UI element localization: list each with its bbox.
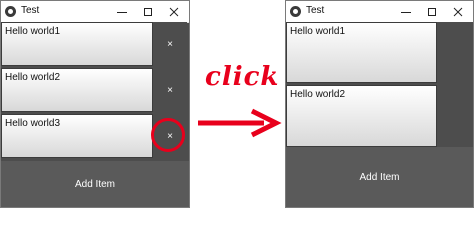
delete-icon: ×	[167, 84, 173, 96]
list-item: Hello world3	[1, 114, 153, 158]
delete-item-button[interactable]: ×	[153, 22, 187, 66]
item-label: Hello world1	[5, 26, 61, 37]
app-icon	[290, 6, 301, 17]
maximize-button[interactable]	[135, 1, 161, 22]
minimize-icon	[117, 11, 127, 13]
delete-icon: ×	[167, 38, 173, 50]
window-before: Test Hello world1 × Hello world2 × Hello…	[0, 0, 190, 208]
list-item: Hello world2	[286, 85, 437, 147]
click-highlight-ring	[151, 118, 185, 152]
minimize-button[interactable]	[393, 1, 419, 22]
add-item-label: Add Item	[359, 171, 400, 183]
item-label: Hello world1	[290, 26, 346, 37]
title-bar[interactable]: Test	[1, 1, 189, 23]
minimize-button[interactable]	[109, 1, 135, 22]
app-icon	[5, 6, 16, 17]
window-after: Test Hello world1 Hello world2 Add Item	[285, 0, 474, 208]
add-item-button[interactable]: Add Item	[1, 161, 189, 207]
maximize-icon	[144, 7, 152, 16]
close-window-button[interactable]	[161, 1, 187, 22]
item-label: Hello world2	[290, 89, 346, 100]
title-bar[interactable]: Test	[286, 1, 473, 23]
close-icon	[453, 7, 463, 16]
minimize-icon	[401, 11, 411, 13]
delete-item-button[interactable]	[437, 22, 473, 83]
click-annotation: click	[205, 62, 280, 92]
right-arrow-icon	[198, 108, 282, 138]
list-item: Hello world1	[1, 22, 153, 66]
list-item: Hello world2	[1, 68, 153, 112]
delete-item-button[interactable]: ×	[153, 68, 187, 112]
maximize-icon	[428, 7, 436, 16]
item-label: Hello world3	[5, 118, 61, 129]
delete-item-button[interactable]	[437, 85, 473, 147]
close-icon	[169, 7, 179, 16]
window-title: Test	[306, 5, 325, 16]
list-item: Hello world1	[286, 22, 437, 83]
add-item-label: Add Item	[74, 178, 116, 190]
maximize-button[interactable]	[419, 1, 445, 22]
item-label: Hello world2	[5, 72, 61, 83]
close-window-button[interactable]	[445, 1, 471, 22]
add-item-button[interactable]: Add Item	[286, 147, 473, 207]
window-title: Test	[21, 5, 40, 16]
